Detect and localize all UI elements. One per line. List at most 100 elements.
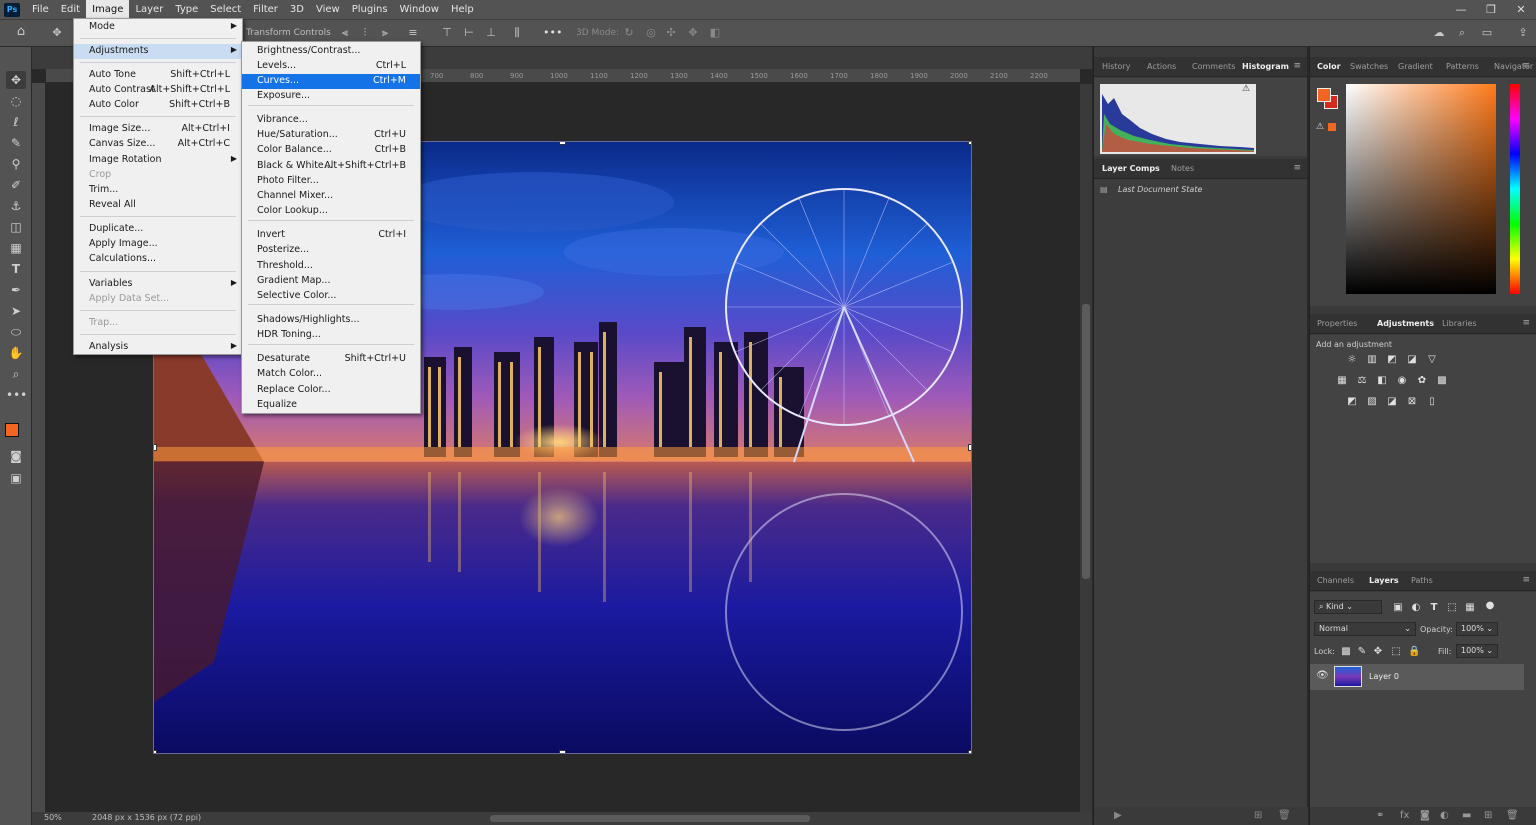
menu-item-adjustments[interactable]: Adjustments ▶ (74, 44, 242, 59)
tab-history[interactable]: History (1102, 62, 1130, 71)
apply-icon[interactable]: ▶ (1114, 810, 1122, 821)
quick-mask-icon[interactable]: ◙ (6, 447, 26, 465)
menu-filter[interactable]: Filter (247, 0, 284, 19)
warning-icon[interactable]: ⚠ (1242, 84, 1250, 94)
menu-item-image-rotation[interactable]: Image Rotation ▶ (74, 153, 242, 168)
path-select-tool-icon[interactable]: ➤ (6, 302, 26, 320)
menu-item-auto-color[interactable]: Auto Color Shift+Ctrl+B (74, 98, 242, 113)
minimize-button[interactable]: — (1446, 0, 1476, 19)
adjustment-item-black-white[interactable]: Black & White... Alt+Shift+Ctrl+B (242, 159, 420, 174)
3d-orbit-icon[interactable]: ↻ (622, 26, 636, 40)
tab-paths[interactable]: Paths (1411, 576, 1433, 585)
share-icon[interactable]: ⇪ (1516, 26, 1530, 40)
exposure-icon[interactable]: ◪ (1406, 354, 1418, 365)
adjustment-item-curves[interactable]: Curves... Ctrl+M (242, 74, 420, 89)
distribute-vertical-icon[interactable]: ⫼ (510, 26, 524, 40)
layer-row[interactable]: 👁 Layer 0 (1310, 664, 1524, 690)
photo-filter-icon[interactable]: ◉ (1396, 375, 1408, 386)
channel-mixer-icon[interactable]: ✿ (1416, 375, 1428, 386)
pen-tool-icon[interactable]: ✒ (6, 281, 26, 299)
horizontal-scrollbar-thumb[interactable] (490, 815, 810, 822)
adjustment-item-brightness-contrast[interactable]: Brightness/Contrast... (242, 44, 420, 59)
menu-edit[interactable]: Edit (55, 0, 86, 19)
hand-tool-icon[interactable]: ✋ (6, 344, 26, 362)
tab-patterns[interactable]: Patterns (1446, 62, 1479, 71)
lock-position-icon[interactable]: ✥ (1372, 646, 1384, 657)
menu-item-calculations[interactable]: Calculations... (74, 252, 242, 267)
levels-icon[interactable]: ▥ (1366, 354, 1378, 365)
fx-icon[interactable]: fx (1400, 810, 1409, 821)
lock-artboard-icon[interactable]: ⬚ (1390, 646, 1402, 657)
transform-handle[interactable] (968, 444, 971, 451)
menu-layer[interactable]: Layer (129, 0, 169, 19)
menu-item-image-size[interactable]: Image Size... Alt+Ctrl+I (74, 122, 242, 137)
opacity-field[interactable]: 100% ⌄ (1456, 622, 1498, 636)
filter-toggle-icon[interactable]: ● (1484, 600, 1496, 611)
align-left-icon[interactable]: ⫷ (338, 26, 352, 40)
eraser-tool-icon[interactable]: ◫ (6, 218, 26, 236)
filter-type-icon[interactable]: T (1428, 602, 1440, 613)
delete-layer-icon[interactable]: 🗑 (1506, 810, 1519, 821)
brightness-icon[interactable]: ☼ (1346, 354, 1358, 365)
adjustment-item-replace-color[interactable]: Replace Color... (242, 383, 420, 398)
brush-tool-icon[interactable]: ✐ (6, 176, 26, 194)
menu-item-mode[interactable]: Mode ▶ (74, 20, 242, 35)
filter-kind-select[interactable]: ⌕ Kind ⌄ (1314, 600, 1382, 614)
quick-select-tool-icon[interactable]: ✎ (6, 134, 26, 152)
transform-handle[interactable] (154, 444, 157, 451)
lock-transparent-icon[interactable]: ▩ (1340, 646, 1352, 657)
tab-histogram[interactable]: Histogram (1242, 62, 1289, 71)
menu-item-duplicate[interactable]: Duplicate... (74, 222, 242, 237)
adjustment-item-channel-mixer[interactable]: Channel Mixer... (242, 189, 420, 204)
tab-navigator[interactable]: Navigator (1494, 62, 1533, 71)
last-document-state[interactable]: Last Document State (1118, 185, 1202, 194)
panel-menu-icon[interactable]: ≡ (1522, 318, 1530, 328)
restore-button[interactable]: ❐ (1476, 0, 1506, 19)
adjustment-item-threshold[interactable]: Threshold... (242, 259, 420, 274)
menu-item-canvas-size[interactable]: Canvas Size... Alt+Ctrl+C (74, 137, 242, 152)
tab-notes[interactable]: Notes (1171, 164, 1194, 173)
adjustment-item-desaturate[interactable]: Desaturate Shift+Ctrl+U (242, 352, 420, 367)
tab-layers[interactable]: Layers (1369, 576, 1399, 585)
filter-adjustment-icon[interactable]: ◐ (1410, 602, 1422, 613)
distribute-icon[interactable]: ≡ (406, 26, 420, 40)
black-white-icon[interactable]: ◧ (1376, 375, 1388, 386)
filter-pixel-icon[interactable]: ▣ (1392, 602, 1404, 613)
align-top-icon[interactable]: ⊤ (440, 26, 454, 40)
menu-image[interactable]: Image (86, 0, 130, 19)
menu-item-auto-tone[interactable]: Auto Tone Shift+Ctrl+L (74, 68, 242, 83)
transform-handle[interactable] (154, 750, 157, 753)
posterize-icon[interactable]: ▨ (1366, 396, 1378, 407)
curves-icon[interactable]: ◩ (1386, 354, 1398, 365)
align-right-icon[interactable]: ⫸ (378, 26, 392, 40)
adjustment-item-levels[interactable]: Levels... Ctrl+L (242, 59, 420, 74)
adjustment-item-posterize[interactable]: Posterize... (242, 243, 420, 258)
stamp-tool-icon[interactable]: ⚓ (6, 197, 26, 215)
ellipse-tool-icon[interactable]: ⬭ (6, 323, 26, 341)
search-icon[interactable]: ⌕ (1455, 26, 1469, 40)
tab-color[interactable]: Color (1317, 62, 1341, 71)
layer-name[interactable]: Layer 0 (1369, 672, 1399, 681)
menu-help[interactable]: Help (445, 0, 480, 19)
visibility-eye-icon[interactable]: 👁 (1316, 670, 1329, 681)
invert-icon[interactable]: ◩ (1346, 396, 1358, 407)
adjustment-item-hue-saturation[interactable]: Hue/Saturation... Ctrl+U (242, 128, 420, 143)
lock-image-icon[interactable]: ✎ (1356, 646, 1368, 657)
more-tools-icon[interactable]: ••• (6, 386, 27, 404)
hue-slider[interactable] (1510, 84, 1520, 294)
new-group-icon[interactable]: ▬ (1462, 810, 1471, 821)
adjustment-item-equalize[interactable]: Equalize (242, 398, 420, 413)
cloud-icon[interactable]: ☁ (1432, 26, 1446, 40)
adjustment-item-color-balance[interactable]: Color Balance... Ctrl+B (242, 143, 420, 158)
menu-plugins[interactable]: Plugins (346, 0, 394, 19)
menu-item-variables[interactable]: Variables ▶ (74, 277, 242, 292)
transform-handle[interactable] (559, 750, 566, 753)
color-balance-icon[interactable]: ⚖ (1356, 375, 1368, 386)
transform-handle[interactable] (559, 142, 566, 145)
eyedropper-tool-icon[interactable]: ⚲ (6, 155, 26, 173)
adjustment-item-invert[interactable]: Invert Ctrl+I (242, 228, 420, 243)
tab-properties[interactable]: Properties (1317, 319, 1357, 328)
tab-swatches[interactable]: Swatches (1350, 62, 1388, 71)
menu-window[interactable]: Window (394, 0, 445, 19)
align-middle-icon[interactable]: ⊢ (462, 26, 476, 40)
